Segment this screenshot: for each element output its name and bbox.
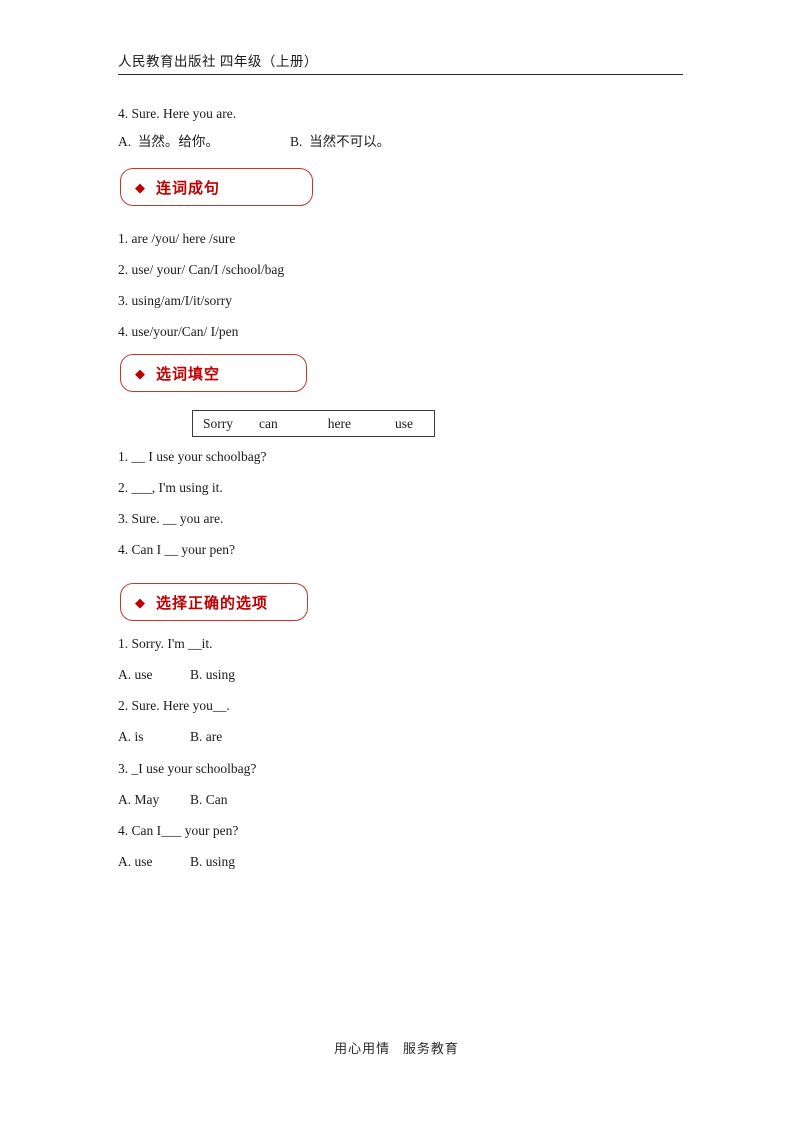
option-b: B. using: [190, 854, 236, 869]
document-page: 人民教育出版社 四年级（上册） 4. Sure. Here you are. A…: [0, 0, 793, 1122]
question-prompt: 2. Sure. Here you__.: [118, 698, 230, 713]
option-a: A. use: [118, 854, 153, 869]
mc-question-2-prompt-row: 2. Sure. Here you__.: [118, 697, 718, 715]
option-a: A. May: [118, 792, 160, 807]
list-item: 3. using/am/I/it/sorry: [118, 293, 232, 308]
intro-question-block: 4. Sure. Here you are.: [118, 105, 718, 123]
section-1-item-3-row: 3. using/am/I/it/sorry: [118, 292, 718, 310]
list-item: 1. are /you/ here /sure: [118, 231, 236, 246]
question-options: A. May B. Can: [118, 791, 718, 809]
intro-option-b: B. 当然不可以。: [290, 134, 391, 149]
question-options: A. is B. are: [118, 728, 718, 746]
section-1-item-2-row: 2. use/ your/ Can/I /school/bag: [118, 261, 718, 279]
list-item: 2. ___, I'm using it.: [118, 480, 223, 495]
diamond-icon: ◆: [135, 594, 145, 610]
diamond-icon: ◆: [135, 365, 145, 381]
word-bank-box: Sorry can here use: [192, 410, 435, 437]
section-2-item-4-row: 4. Can I __ your pen?: [118, 541, 718, 559]
header-divider: [118, 74, 683, 75]
section-title-1: 连词成句: [156, 178, 221, 197]
intro-option-a: A. 当然。给你。: [118, 134, 219, 149]
intro-options-row: A. 当然。给你。 B. 当然不可以。: [118, 133, 718, 151]
section-header-lianci-chengju: ◆ 连词成句: [120, 168, 313, 206]
section-2-item-1-row: 1. __ I use your schoolbag?: [118, 448, 718, 466]
page-header: 人民教育出版社 四年级（上册）: [118, 50, 683, 75]
list-item: 4. use/your/Can/ I/pen: [118, 324, 239, 339]
diamond-icon: ◆: [135, 179, 145, 195]
section-header-xuanci-tiankong: ◆ 选词填空: [120, 354, 307, 392]
intro-options: A. 当然。给你。 B. 当然不可以。: [118, 133, 718, 151]
mc-question-2-options-row: A. is B. are: [118, 728, 718, 746]
mc-question-4-prompt-row: 4. Can I___ your pen?: [118, 822, 718, 840]
word-bank-item-1: Sorry: [203, 415, 233, 431]
section-title-3: 选择正确的选项: [156, 593, 269, 612]
list-item: 4. Can I __ your pen?: [118, 542, 235, 557]
section-2-item-3-row: 3. Sure. __ you are.: [118, 510, 718, 528]
list-item: 3. Sure. __ you are.: [118, 511, 224, 526]
question-prompt: 3. _I use your schoolbag?: [118, 761, 257, 776]
page-footer: 用心用情 服务教育: [334, 1041, 459, 1056]
list-item: 2. use/ your/ Can/I /school/bag: [118, 262, 285, 277]
section-header-xuanze-zhengque: ◆ 选择正确的选项: [120, 583, 308, 621]
mc-question-4-options-row: A. use B. using: [118, 853, 718, 871]
mc-question-1-options-row: A. use B. using: [118, 666, 718, 684]
option-b: B. Can: [190, 792, 228, 807]
section-1-item-4-row: 4. use/your/Can/ I/pen: [118, 323, 718, 341]
option-a: A. use: [118, 667, 153, 682]
mc-question-1-prompt-row: 1. Sorry. I'm __it.: [118, 635, 718, 653]
question-prompt: 4. Can I___ your pen?: [118, 823, 239, 838]
section-2-item-2-row: 2. ___, I'm using it.: [118, 479, 718, 497]
mc-question-3-options-row: A. May B. Can: [118, 791, 718, 809]
question-options: A. use B. using: [118, 853, 718, 871]
header-title: 人民教育出版社 四年级（上册）: [118, 54, 318, 69]
intro-question-text: 4. Sure. Here you are.: [118, 106, 237, 121]
option-b: B. are: [190, 729, 223, 744]
mc-question-3-prompt-row: 3. _I use your schoolbag?: [118, 760, 718, 778]
section-1-item-1-row: 1. are /you/ here /sure: [118, 230, 718, 248]
word-bank-item-3: here: [327, 415, 351, 431]
section-title-2: 选词填空: [156, 364, 221, 383]
word-bank-item-4: use: [394, 415, 413, 431]
word-bank-item-2: can: [259, 415, 278, 431]
option-b: B. using: [190, 667, 236, 682]
question-prompt: 1. Sorry. I'm __it.: [118, 636, 213, 651]
option-a: A. is: [118, 729, 144, 744]
list-item: 1. __ I use your schoolbag?: [118, 449, 267, 464]
question-options: A. use B. using: [118, 666, 718, 684]
